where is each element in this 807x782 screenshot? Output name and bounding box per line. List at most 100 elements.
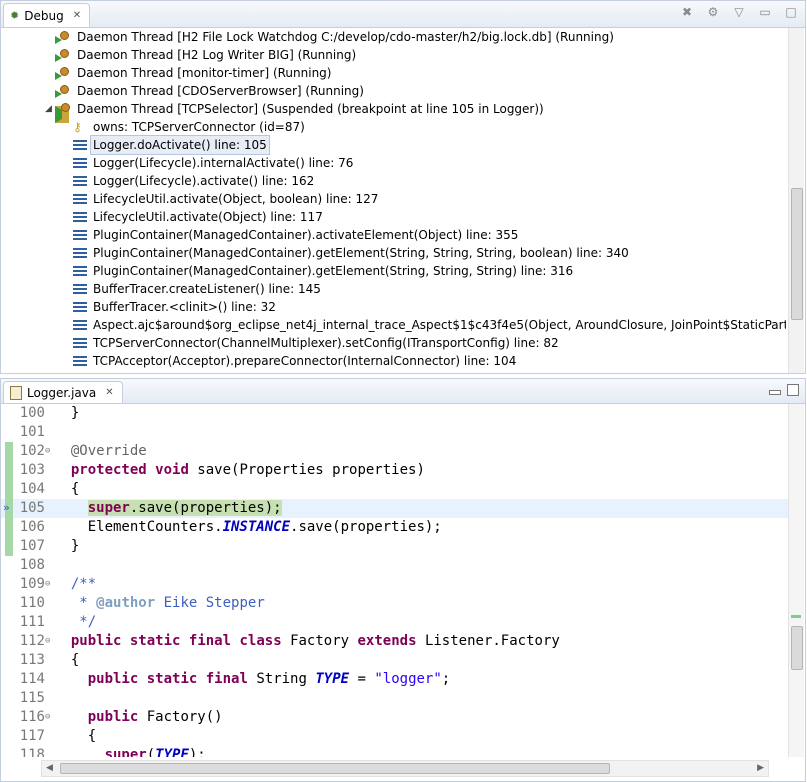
code-line[interactable]: 115 <box>1 689 791 708</box>
fold-collapse-icon[interactable]: ⊖ <box>45 632 50 651</box>
scroll-right-icon[interactable]: ▶ <box>757 761 764 776</box>
stack-frame-icon <box>73 354 87 368</box>
tab-debug-label: Debug <box>24 8 64 23</box>
expand-arrow-icon[interactable]: ◢ <box>45 100 52 118</box>
code-token: TYPE <box>155 747 189 757</box>
stack-frame-row[interactable]: Logger(Lifecycle).activate() line: 162 <box>1 172 786 190</box>
code-line[interactable]: 108 <box>1 556 791 575</box>
row-label: LifecycleUtil.activate(Object, boolean) … <box>93 192 379 206</box>
monitor-row[interactable]: ⚷ owns: TCPServerConnector (id=87) <box>1 118 786 136</box>
scroll-left-icon[interactable]: ◀ <box>46 761 53 776</box>
code-text: super(TYPE); <box>54 746 206 757</box>
stack-frame-row[interactable]: BufferTracer.<clinit>() line: 32 <box>1 298 786 316</box>
code-token: ; <box>441 671 451 687</box>
overview-ruler[interactable] <box>788 404 804 757</box>
minimize-icon[interactable]: ▭ <box>757 5 773 19</box>
stack-frame-row[interactable]: PluginContainer(ManagedContainer).getEle… <box>1 244 786 262</box>
code-line[interactable]: 116 ⊖ public Factory() <box>1 708 791 727</box>
code-line[interactable]: 104 { <box>1 480 791 499</box>
code-line[interactable]: 107 } <box>1 537 791 556</box>
code-line[interactable]: 105 super.save(properties); <box>1 499 791 518</box>
quick-diff-change-marker[interactable] <box>5 442 13 556</box>
close-icon[interactable]: ✕ <box>105 387 113 398</box>
editor-scroll-thumb[interactable] <box>791 626 803 670</box>
code-line[interactable]: 112 ⊖ public static final class Factory e… <box>1 632 791 651</box>
code-line[interactable]: 114 public static final String TYPE = "l… <box>1 670 791 689</box>
stack-frame-row[interactable]: PluginContainer(ManagedContainer).activa… <box>1 226 786 244</box>
code-line[interactable]: 111 */ <box>1 613 791 632</box>
view-menu-icon[interactable]: ▽ <box>731 5 747 19</box>
code-line[interactable]: 109 ⊖ /** <box>1 575 791 594</box>
stack-frame-icon <box>73 318 87 332</box>
tab-logger-java[interactable]: Logger.java ✕ <box>3 381 123 403</box>
code-token: extends <box>357 633 417 649</box>
stack-frame-row[interactable]: Logger.doActivate() line: 105 <box>1 135 786 155</box>
code-line[interactable]: 103 protected void save(Properties prope… <box>1 461 791 480</box>
stack-frame-icon <box>73 300 87 314</box>
thread-row[interactable]: Daemon Thread [H2 Log Writer BIG] (Runni… <box>1 46 786 64</box>
debug-tree[interactable]: Daemon Thread [H2 File Lock Watchdog C:/… <box>1 28 786 373</box>
code-line[interactable]: 106 ElementCounters.INSTANCE.save(proper… <box>1 518 791 537</box>
tab-logger-java-label: Logger.java <box>27 385 97 400</box>
code-token: */ <box>54 614 97 630</box>
code-line[interactable]: 102 ⊖ @Override <box>1 442 791 461</box>
maximize-icon[interactable] <box>787 384 799 396</box>
code-token: final <box>205 671 248 687</box>
code-line[interactable]: 118 super(TYPE); <box>1 746 791 757</box>
code-area[interactable]: 100 } 101 102 ⊖ @Override 103 protected void… <box>1 404 791 757</box>
fold-collapse-icon[interactable]: ⊖ <box>45 708 50 727</box>
close-icon[interactable]: ✕ <box>73 10 81 21</box>
code-token: void <box>155 462 189 478</box>
fold-collapse-icon[interactable]: ⊖ <box>45 575 50 594</box>
stack-frame-icon <box>73 138 87 152</box>
code-text: } <box>54 537 79 556</box>
line-number: 106 <box>19 519 45 535</box>
stack-frame-row[interactable]: LifecycleUtil.activate(Object) line: 117 <box>1 208 786 226</box>
stack-frame-icon <box>73 282 87 296</box>
stack-frame-row[interactable]: TCPAcceptor(Acceptor).prepareConnector(I… <box>1 352 786 370</box>
line-number: 104 <box>19 481 45 497</box>
thread-row[interactable]: ◢ Daemon Thread [TCPSelector] (Suspended … <box>1 100 786 123</box>
debug-scroll-thumb[interactable] <box>791 188 803 320</box>
thread-row[interactable]: Daemon Thread [CDOServerBrowser] (Runnin… <box>1 82 786 100</box>
editor-hscroll-thumb[interactable] <box>60 763 610 774</box>
line-number: 105 <box>19 500 45 516</box>
code-token: { <box>54 728 97 744</box>
line-number: 109 <box>19 576 45 592</box>
minimize-icon[interactable] <box>769 390 781 395</box>
stack-frame-row[interactable]: Logger(Lifecycle).internalActivate() lin… <box>1 154 786 172</box>
row-label: BufferTracer.<clinit>() line: 32 <box>93 300 276 314</box>
stack-frame-row[interactable]: LifecycleUtil.activate(Object, boolean) … <box>1 190 786 208</box>
code-token: "logger" <box>374 671 442 687</box>
stack-frame-row[interactable]: TCPServerConnector(ChannelMultiplexer).s… <box>1 334 786 352</box>
stack-frame-row[interactable]: BufferTracer.createListener() line: 145 <box>1 280 786 298</box>
line-number: 103 <box>19 462 45 478</box>
code-token: String <box>247 671 316 687</box>
editor-horizontal-scrollbar[interactable]: ◀ ▶ <box>41 760 769 777</box>
code-text: /** <box>54 575 96 594</box>
code-line[interactable]: 117 { <box>1 727 791 746</box>
code-line[interactable]: 110 * @author Eike Stepper <box>1 594 791 613</box>
code-text: { <box>54 480 79 499</box>
debug-vertical-scrollbar[interactable] <box>788 28 804 373</box>
line-number: 102 <box>19 443 45 459</box>
code-line[interactable]: 100 } <box>1 404 791 423</box>
thread-row[interactable]: Daemon Thread [H2 File Lock Watchdog C:/… <box>1 28 786 46</box>
code-line[interactable]: 113 { <box>1 651 791 670</box>
remove-all-terminated-icon[interactable]: ✖ <box>679 5 695 19</box>
tab-debug[interactable]: ✹ Debug ✕ <box>3 3 91 27</box>
maximize-icon[interactable]: □ <box>783 5 799 19</box>
code-token: public <box>54 709 139 725</box>
line-number: 111 <box>19 614 45 630</box>
stack-frame-row[interactable]: Aspect.ajc$around$org_eclipse_net4j_inte… <box>1 316 786 334</box>
row-label: LifecycleUtil.activate(Object) line: 117 <box>93 210 323 224</box>
fold-collapse-icon[interactable]: ⊖ <box>45 442 50 461</box>
stack-frame-row[interactable]: PluginContainer(ManagedContainer).getEle… <box>1 262 786 280</box>
code-line[interactable]: 101 <box>1 423 791 442</box>
thread-row[interactable]: Daemon Thread [monitor-timer] (Running) <box>1 64 786 82</box>
code-token: static <box>129 633 181 649</box>
java-editor: Logger.java ✕ 100 } 101 102 ⊖ @Override 103 … <box>0 378 806 782</box>
code-token: Listener.Factory <box>416 633 560 649</box>
gear-icon[interactable]: ⚙ <box>705 5 721 19</box>
